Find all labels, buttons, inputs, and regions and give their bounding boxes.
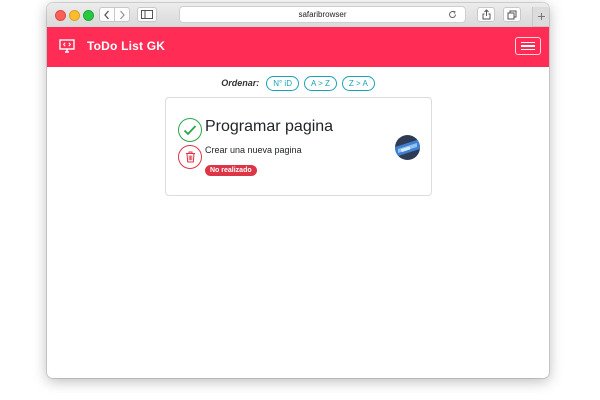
app-navbar: ToDo List GK — [47, 27, 549, 67]
chevron-left-icon — [104, 10, 109, 19]
sort-bar: Ordenar: N° iD A > Z Z > A — [47, 75, 549, 91]
hamburger-line — [521, 48, 535, 51]
plus-icon — [537, 13, 545, 20]
close-window-button[interactable] — [55, 10, 66, 21]
status-badge: No realizado — [205, 165, 257, 176]
sort-a-z-button[interactable]: A > Z — [303, 75, 337, 91]
monitor-code-icon — [59, 39, 75, 53]
delete-task-button[interactable] — [178, 145, 202, 169]
browser-toolbar: safaribrowser — [47, 3, 549, 28]
menu-toggle-button[interactable] — [515, 37, 541, 55]
check-icon — [183, 125, 197, 136]
share-button[interactable] — [477, 7, 495, 22]
app-brand[interactable]: ToDo List GK — [87, 39, 165, 53]
complete-task-button[interactable] — [178, 118, 202, 142]
sidebar-button[interactable] — [137, 7, 157, 22]
back-button[interactable] — [99, 7, 115, 22]
task-title: Programar pagina — [205, 118, 334, 135]
share-icon — [482, 9, 490, 20]
sort-by-id-button[interactable]: N° iD — [266, 75, 299, 91]
task-description: Crear una nueva pagina — [205, 145, 302, 155]
trash-icon — [185, 151, 195, 163]
zoom-window-button[interactable] — [83, 10, 94, 21]
chevron-right-icon — [120, 10, 125, 19]
sidebar-icon — [141, 10, 153, 19]
avatar — [395, 135, 420, 160]
tabs-icon — [507, 10, 517, 19]
address-text: safaribrowser — [298, 10, 347, 19]
sort-label: Ordenar: — [221, 78, 260, 88]
task-card: Programar pagina Crear una nueva pagina … — [165, 97, 432, 196]
minimize-window-button[interactable] — [69, 10, 80, 21]
forward-button[interactable] — [114, 7, 130, 22]
new-tab-button[interactable] — [532, 7, 549, 27]
avatar-image — [395, 135, 420, 160]
hamburger-line — [521, 45, 535, 47]
hamburger-icon — [521, 41, 535, 44]
reload-icon[interactable] — [448, 10, 457, 19]
show-tabs-button[interactable] — [503, 7, 521, 22]
sort-z-a-button[interactable]: Z > A — [341, 75, 375, 91]
address-bar[interactable]: safaribrowser — [179, 6, 466, 23]
browser-window: safaribrowser ToDo List GK Ordenar: N° i… — [47, 3, 549, 378]
